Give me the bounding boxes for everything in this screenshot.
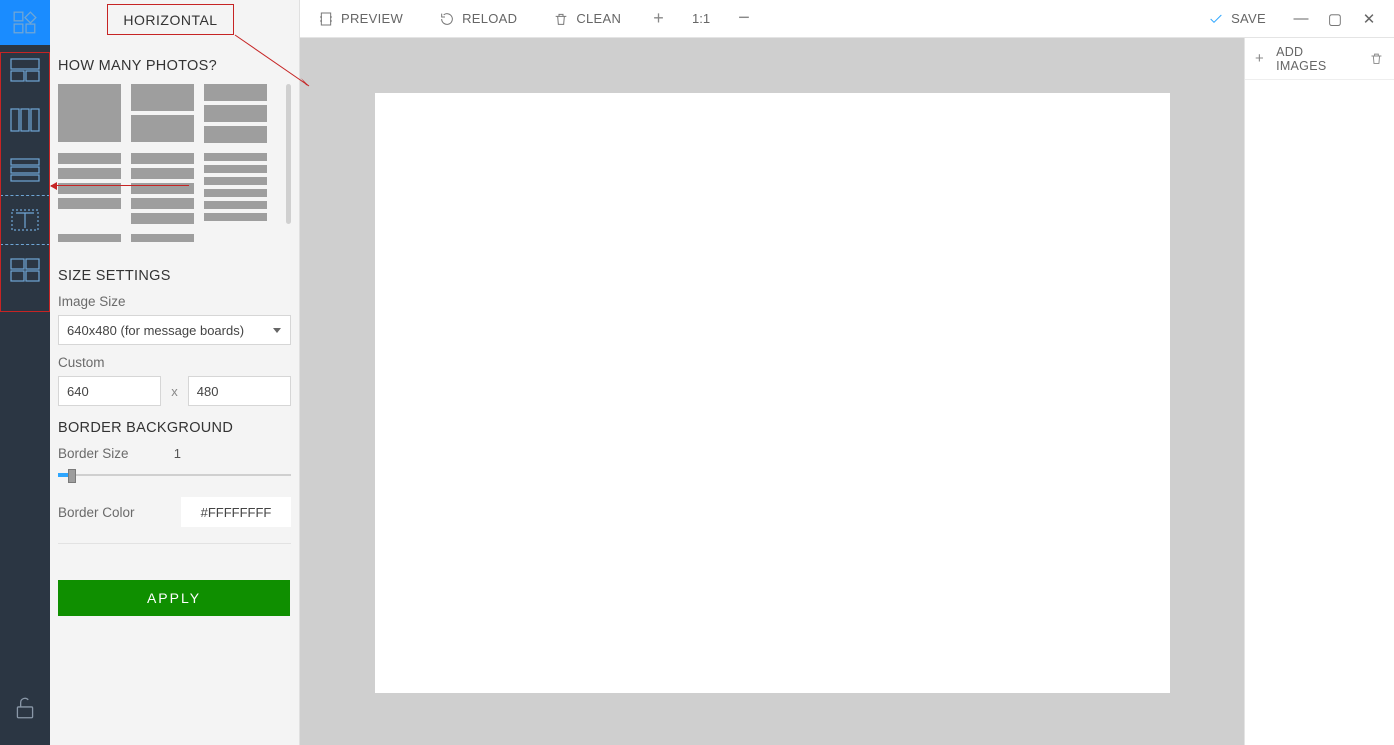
apply-button[interactable]: APPLY xyxy=(58,580,290,616)
lock-icon[interactable] xyxy=(0,683,50,733)
canvas-area xyxy=(300,38,1244,745)
preset-5[interactable] xyxy=(131,153,194,224)
save-button[interactable]: SAVE xyxy=(1190,0,1284,37)
trash-icon[interactable] xyxy=(1369,51,1384,66)
preset-4[interactable] xyxy=(58,153,121,224)
close-button[interactable]: ✕ xyxy=(1352,10,1386,28)
reload-button[interactable]: RELOAD xyxy=(421,0,535,37)
clean-icon xyxy=(553,11,569,27)
add-images-button[interactable]: ADD IMAGES xyxy=(1276,45,1357,73)
canvas[interactable] xyxy=(375,93,1170,693)
custom-label: Custom xyxy=(58,355,291,370)
border-title: BORDER BACKGROUND xyxy=(58,420,291,436)
maximize-button[interactable]: ▢ xyxy=(1318,10,1352,28)
border-size-value: 1 xyxy=(174,446,291,461)
rail-text-icon[interactable] xyxy=(0,195,50,245)
rail-grid-icon[interactable] xyxy=(0,45,50,95)
zoom-out-button[interactable]: − xyxy=(724,0,764,37)
image-size-select[interactable]: 640x480 (for message boards) xyxy=(58,315,291,345)
left-rail xyxy=(0,0,50,745)
photos-title: HOW MANY PHOTOS? xyxy=(58,58,291,74)
plus-icon[interactable]: + xyxy=(1255,50,1264,67)
border-color-value[interactable]: #FFFFFFFF xyxy=(181,497,291,527)
custom-width-input[interactable] xyxy=(58,376,161,406)
border-size-label: Border Size xyxy=(58,446,129,461)
rail-rows-icon[interactable] xyxy=(0,145,50,195)
layout-presets xyxy=(58,84,291,246)
zoom-in-button[interactable]: + xyxy=(639,0,678,37)
reload-icon xyxy=(439,11,455,27)
preview-icon xyxy=(318,11,334,27)
zoom-ratio: 1:1 xyxy=(678,11,724,26)
dimension-separator: x xyxy=(171,384,178,399)
app-logo[interactable] xyxy=(0,0,50,45)
rail-tile-icon[interactable] xyxy=(0,245,50,295)
preview-button[interactable]: PREVIEW xyxy=(300,0,421,37)
minimize-button[interactable]: — xyxy=(1284,10,1318,27)
options-panel: HOW MANY PHOTOS? SIZE SETTINGS Image Siz… xyxy=(50,0,300,745)
annotation-header: HORIZONTAL xyxy=(107,4,234,35)
clean-button[interactable]: CLEAN xyxy=(535,0,639,37)
top-toolbar: PREVIEW RELOAD CLEAN + 1:1 − SAVE — ▢ ✕ xyxy=(300,0,1394,38)
border-color-label: Border Color xyxy=(58,505,135,520)
image-size-label: Image Size xyxy=(58,294,291,309)
rail-columns-icon[interactable] xyxy=(0,95,50,145)
preset-7[interactable] xyxy=(58,234,121,246)
preset-2[interactable] xyxy=(131,84,194,143)
window-controls: — ▢ ✕ xyxy=(1284,10,1394,28)
images-panel: + ADD IMAGES xyxy=(1244,38,1394,745)
check-icon xyxy=(1208,11,1224,27)
preset-8[interactable] xyxy=(131,234,194,246)
annotation-line xyxy=(51,185,189,186)
presets-scrollbar[interactable] xyxy=(286,84,291,224)
preset-1[interactable] xyxy=(58,84,121,143)
border-size-slider[interactable] xyxy=(58,467,291,483)
preset-3[interactable] xyxy=(204,84,267,143)
size-title: SIZE SETTINGS xyxy=(58,268,291,284)
preset-6[interactable] xyxy=(204,153,267,224)
custom-height-input[interactable] xyxy=(188,376,291,406)
